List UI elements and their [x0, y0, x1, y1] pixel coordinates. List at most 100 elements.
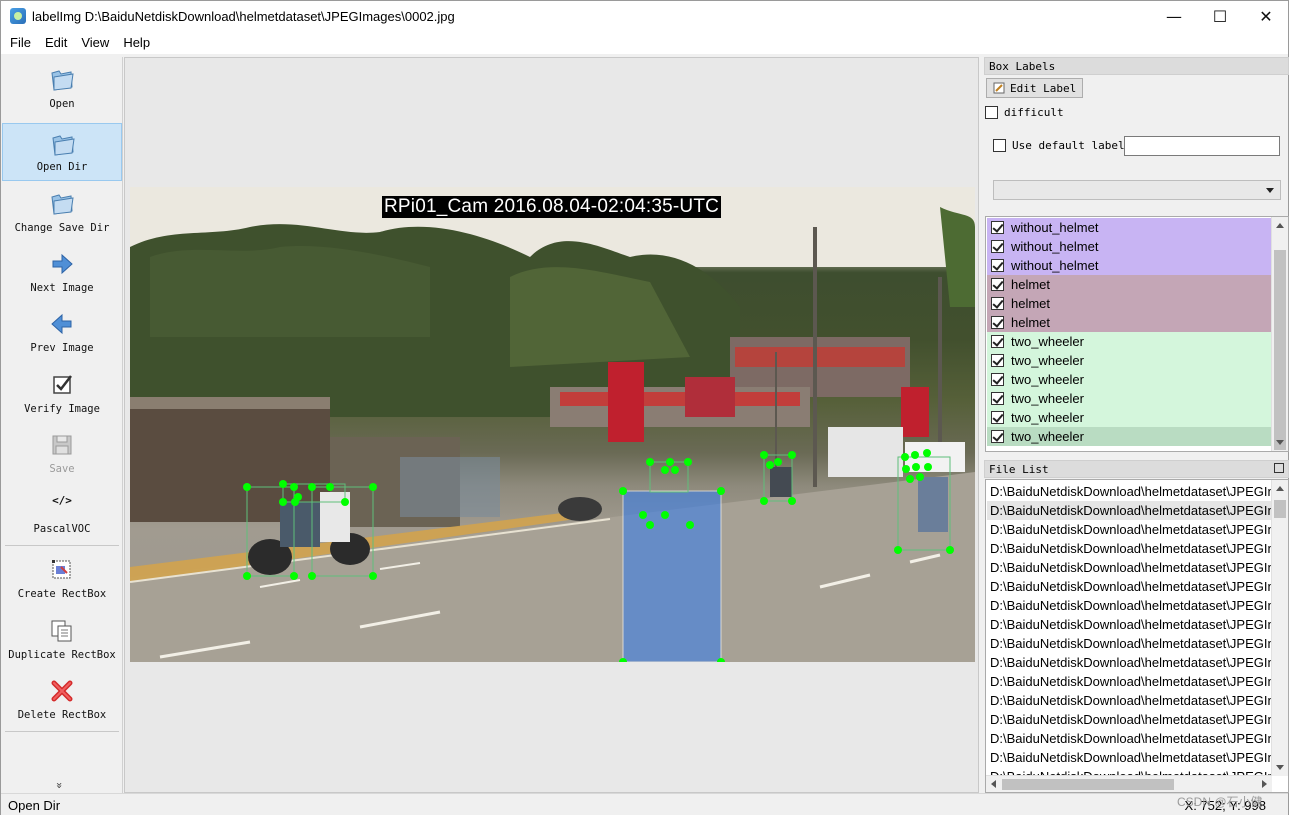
- scroll-left-icon[interactable]: [991, 780, 996, 788]
- label-visibility-checkbox[interactable]: [991, 354, 1004, 367]
- file-list-item[interactable]: D:\BaiduNetdiskDownload\helmetdataset\JP…: [987, 596, 1272, 615]
- hscroll-thumb[interactable]: [1002, 779, 1174, 790]
- label-visibility-checkbox[interactable]: [991, 240, 1004, 253]
- status-message: Open Dir: [8, 798, 61, 813]
- label-visibility-checkbox[interactable]: [991, 411, 1004, 424]
- label-list-item[interactable]: two_wheeler: [987, 332, 1271, 351]
- change-save-dir-label: Change Save Dir: [14, 222, 110, 234]
- label-visibility-checkbox[interactable]: [991, 297, 1004, 310]
- change-save-dir-button[interactable]: Change Save Dir: [2, 183, 122, 241]
- chevron-down-icon: [1266, 188, 1274, 193]
- file-list-item[interactable]: D:\BaiduNetdiskDownload\helmetdataset\JP…: [987, 729, 1272, 748]
- scroll-up-icon[interactable]: [1276, 486, 1284, 491]
- dock-float-icon[interactable]: [1274, 463, 1284, 473]
- scroll-up-icon[interactable]: [1276, 223, 1284, 228]
- tool-bar: Open Open Dir Change Save Dir Next Image…: [1, 57, 123, 793]
- open-dir-button[interactable]: Open Dir: [2, 123, 122, 181]
- open-button[interactable]: Open: [2, 59, 122, 117]
- label-visibility-checkbox[interactable]: [991, 259, 1004, 272]
- file-list-item[interactable]: D:\BaiduNetdiskDownload\helmetdataset\JP…: [987, 520, 1272, 539]
- scroll-right-icon[interactable]: [1262, 780, 1267, 788]
- label-text: without_helmet: [1011, 258, 1099, 273]
- default-label-input[interactable]: [1124, 136, 1280, 156]
- file-list-item[interactable]: D:\BaiduNetdiskDownload\helmetdataset\JP…: [987, 615, 1272, 634]
- label-text: helmet: [1011, 277, 1051, 292]
- file-list-item[interactable]: D:\BaiduNetdiskDownload\helmetdataset\JP…: [987, 577, 1272, 596]
- label-list-item[interactable]: helmet: [987, 294, 1271, 313]
- menu-help[interactable]: Help: [116, 32, 157, 54]
- duplicate-rectbox-button[interactable]: Duplicate RectBox: [2, 610, 122, 668]
- file-list-item[interactable]: D:\BaiduNetdiskDownload\helmetdataset\JP…: [987, 710, 1272, 729]
- label-list-item[interactable]: two_wheeler: [987, 370, 1271, 389]
- difficult-checkbox[interactable]: [985, 106, 998, 119]
- edit-label-text: Edit Label: [1010, 81, 1077, 95]
- file-list-item[interactable]: D:\BaiduNetdiskDownload\helmetdataset\JP…: [987, 539, 1272, 558]
- file-list-item[interactable]: D:\BaiduNetdiskDownload\helmetdataset\JP…: [987, 482, 1272, 501]
- edit-label-button[interactable]: Edit Label: [986, 78, 1084, 98]
- file-list-item[interactable]: D:\BaiduNetdiskDownload\helmetdataset\JP…: [987, 634, 1272, 653]
- scroll-thumb[interactable]: [1274, 250, 1286, 450]
- label-visibility-checkbox[interactable]: [991, 392, 1004, 405]
- label-list[interactable]: without_helmet without_helmet without_helm…: [985, 216, 1289, 452]
- scroll-thumb[interactable]: [1274, 500, 1286, 518]
- watermark: CSDN @石小健: [1177, 795, 1263, 809]
- box-vertex-handles: [243, 449, 954, 662]
- maximize-button[interactable]: ☐: [1197, 1, 1243, 32]
- use-default-label-row[interactable]: Use default label: [993, 139, 1125, 152]
- format-toggle-button[interactable]: </> PascalVOC: [2, 484, 122, 542]
- window-title: labelImg D:\BaiduNetdiskDownload\helmetd…: [32, 9, 455, 24]
- delete-rectbox-button[interactable]: Delete RectBox: [2, 670, 122, 728]
- delete-x-icon: [51, 680, 73, 702]
- label-visibility-checkbox[interactable]: [991, 430, 1004, 443]
- use-default-label-checkbox[interactable]: [993, 139, 1006, 152]
- label-list-item[interactable]: helmet: [987, 313, 1271, 332]
- next-image-button[interactable]: Next Image: [2, 243, 122, 301]
- label-list-item[interactable]: without_helmet: [987, 237, 1271, 256]
- label-list-scrollbar[interactable]: [1271, 217, 1288, 451]
- label-combo-box[interactable]: [993, 180, 1281, 200]
- label-visibility-checkbox[interactable]: [991, 221, 1004, 234]
- arrow-left-icon: [51, 313, 72, 335]
- file-list-item[interactable]: D:\BaiduNetdiskDownload\helmetdataset\JP…: [987, 558, 1272, 577]
- label-list-item[interactable]: without_helmet: [987, 256, 1271, 275]
- minimize-button[interactable]: —: [1151, 1, 1197, 32]
- close-button[interactable]: ✕: [1243, 1, 1289, 32]
- menu-edit[interactable]: Edit: [38, 32, 74, 54]
- label-list-item[interactable]: two_wheeler: [987, 408, 1271, 427]
- prev-image-button[interactable]: Prev Image: [2, 303, 122, 361]
- save-button[interactable]: Save: [2, 424, 122, 482]
- label-text: two_wheeler: [1011, 372, 1084, 387]
- open-dir-label: Open Dir: [36, 161, 88, 173]
- menu-view[interactable]: View: [74, 32, 116, 54]
- use-default-label-text: Use default label: [1012, 139, 1125, 152]
- menu-file[interactable]: File: [3, 32, 38, 54]
- label-list-item[interactable]: two_wheeler: [987, 389, 1271, 408]
- label-visibility-checkbox[interactable]: [991, 373, 1004, 386]
- file-list-item[interactable]: D:\BaiduNetdiskDownload\helmetdataset\JP…: [987, 501, 1272, 520]
- toolbar-more-icon[interactable]: »: [53, 782, 66, 789]
- label-visibility-checkbox[interactable]: [991, 335, 1004, 348]
- difficult-label: difficult: [1004, 106, 1064, 119]
- label-list-item[interactable]: two_wheeler: [987, 351, 1271, 370]
- file-list-title-text: File List: [989, 463, 1049, 476]
- scroll-down-icon[interactable]: [1276, 440, 1284, 445]
- create-rectbox-button[interactable]: Create RectBox: [2, 549, 122, 607]
- difficult-checkbox-row[interactable]: difficult: [985, 106, 1064, 119]
- label-list-item[interactable]: helmet: [987, 275, 1271, 294]
- label-list-item[interactable]: without_helmet: [987, 218, 1271, 237]
- file-list-item[interactable]: D:\BaiduNetdiskDownload\helmetdataset\JP…: [987, 653, 1272, 672]
- file-list-item[interactable]: D:\BaiduNetdiskDownload\helmetdataset\JP…: [987, 672, 1272, 691]
- file-list-hscrollbar[interactable]: [986, 775, 1272, 792]
- scroll-down-icon[interactable]: [1276, 765, 1284, 770]
- label-visibility-checkbox[interactable]: [991, 316, 1004, 329]
- verify-image-button[interactable]: Verify Image: [2, 364, 122, 422]
- file-list-item[interactable]: D:\BaiduNetdiskDownload\helmetdataset\JP…: [987, 691, 1272, 710]
- label-text: helmet: [1011, 296, 1051, 311]
- label-text: two_wheeler: [1011, 429, 1084, 444]
- file-list-item[interactable]: D:\BaiduNetdiskDownload\helmetdataset\JP…: [987, 748, 1272, 767]
- file-list[interactable]: D:\BaiduNetdiskDownload\helmetdataset\JP…: [985, 479, 1289, 793]
- file-list-scrollbar[interactable]: [1271, 480, 1288, 776]
- label-visibility-checkbox[interactable]: [991, 278, 1004, 291]
- label-list-item[interactable]: two_wheeler: [987, 427, 1271, 446]
- annotation-canvas[interactable]: RPi01_Cam 2016.08.04-02:04:35-UTC: [124, 57, 979, 793]
